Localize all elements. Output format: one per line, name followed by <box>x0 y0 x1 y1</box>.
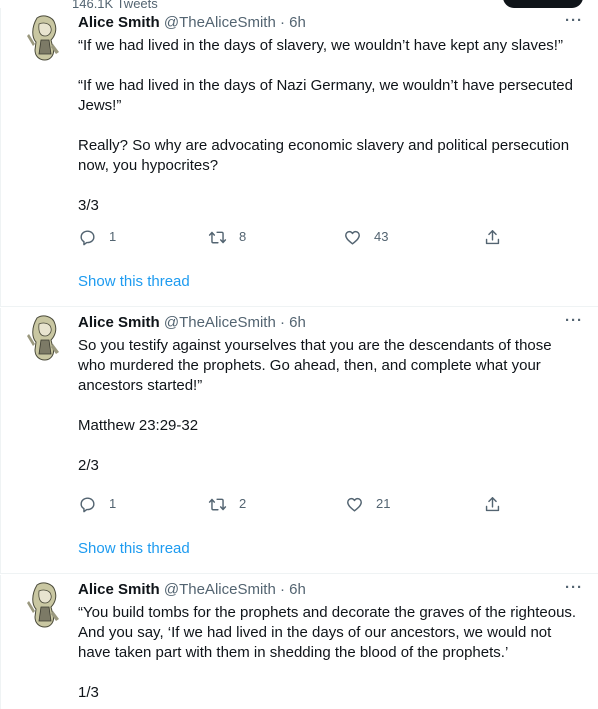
more-icon[interactable]: ··· <box>564 313 584 333</box>
retweet-icon <box>208 498 227 510</box>
retweet-count: 2 <box>239 496 247 511</box>
tweet-text: “You build tombs for the prophets and de… <box>78 603 588 703</box>
tweet-time[interactable]: 6h <box>289 581 306 598</box>
author-name[interactable]: Alice Smith <box>78 314 160 331</box>
reply-count: 1 <box>109 496 117 511</box>
more-icon[interactable]: ··· <box>564 580 584 600</box>
tweet-header: Alice Smith @TheAliceSmith · 6h <box>78 313 306 333</box>
tweet[interactable]: Alice Smith @TheAliceSmith · 6h ··· “If … <box>0 8 598 307</box>
retweet-button[interactable]: 8 <box>208 227 246 247</box>
tweet-actions: 1 8 43 <box>78 227 518 247</box>
tweet-paragraph: Really? So why are advocating economic s… <box>78 137 570 174</box>
share-button[interactable] <box>483 494 502 514</box>
tweet-header: Alice Smith @TheAliceSmith · 6h <box>78 13 306 33</box>
tweet-text: So you testify against yourselves that y… <box>78 336 588 476</box>
like-count: 43 <box>374 229 389 244</box>
reply-icon <box>80 496 95 512</box>
tweet-time[interactable]: 6h <box>289 14 306 31</box>
tweet-paragraph: 3/3 <box>78 197 99 214</box>
tweet-paragraph: Matthew 23:29-32 <box>78 417 199 434</box>
tweet-paragraph: “You build tombs for the prophets and de… <box>78 604 577 661</box>
like-count: 21 <box>376 496 391 511</box>
share-icon <box>485 496 500 511</box>
separator-dot: · <box>279 581 285 598</box>
tweet-actions: 1 2 21 <box>78 494 518 514</box>
share-icon <box>485 229 500 244</box>
tweet-paragraph: “If we had lived in the days of slavery,… <box>78 37 563 54</box>
tweet-header: Alice Smith @TheAliceSmith · 6h <box>78 580 306 600</box>
retweet-icon <box>208 231 227 243</box>
tweet-time[interactable]: 6h <box>289 314 306 331</box>
avatar[interactable] <box>23 14 63 62</box>
heart-icon <box>347 497 362 512</box>
heart-icon <box>345 230 360 245</box>
retweet-count: 8 <box>239 229 247 244</box>
more-icon[interactable]: ··· <box>564 13 584 33</box>
share-button[interactable] <box>483 227 502 247</box>
retweet-button[interactable]: 2 <box>208 494 246 514</box>
author-name[interactable]: Alice Smith <box>78 14 160 31</box>
like-button[interactable]: 43 <box>343 227 388 247</box>
separator-dot: · <box>279 14 285 31</box>
tweet-text: “If we had lived in the days of slavery,… <box>78 36 588 216</box>
author-name[interactable]: Alice Smith <box>78 581 160 598</box>
tweet-paragraph: So you testify against yourselves that y… <box>78 337 552 394</box>
like-button[interactable]: 21 <box>345 494 390 514</box>
author-handle[interactable]: @TheAliceSmith <box>164 314 276 331</box>
show-thread-link[interactable]: Show this thread <box>78 539 190 559</box>
tweet[interactable]: Alice Smith @TheAliceSmith · 6h ··· “You… <box>0 575 598 709</box>
avatar[interactable] <box>23 314 63 362</box>
author-handle[interactable]: @TheAliceSmith <box>164 581 276 598</box>
reply-button[interactable]: 1 <box>78 494 116 514</box>
reply-button[interactable]: 1 <box>78 227 116 247</box>
tweet-paragraph: 1/3 <box>78 684 99 701</box>
follow-button[interactable] <box>503 0 583 8</box>
tweet-paragraph: “If we had lived in the days of Nazi Ger… <box>78 77 573 114</box>
reply-icon <box>80 229 95 245</box>
tweet-paragraph: 2/3 <box>78 457 99 474</box>
separator-dot: · <box>279 314 285 331</box>
show-thread-link[interactable]: Show this thread <box>78 272 190 292</box>
author-handle[interactable]: @TheAliceSmith <box>164 14 276 31</box>
avatar[interactable] <box>23 581 63 629</box>
tweet[interactable]: Alice Smith @TheAliceSmith · 6h ··· So y… <box>0 308 598 574</box>
reply-count: 1 <box>109 229 117 244</box>
